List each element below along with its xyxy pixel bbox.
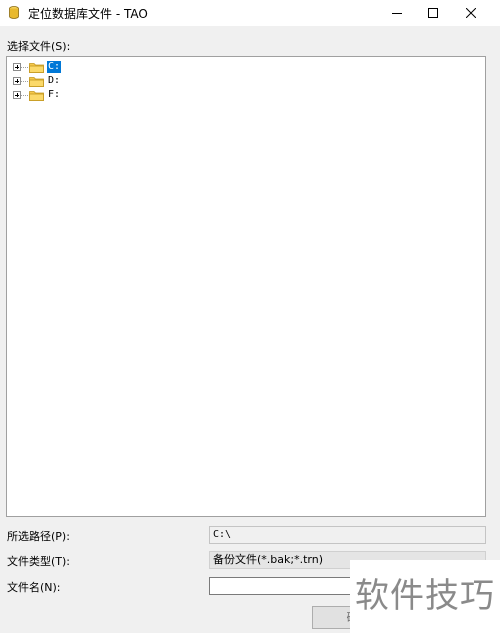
file-name-label: 文件名(N): bbox=[7, 581, 61, 594]
close-icon bbox=[466, 8, 476, 18]
title-bar: 定位数据库文件 - TAO bbox=[0, 0, 500, 26]
tree-item-c[interactable]: C: bbox=[13, 60, 62, 74]
folder-icon bbox=[29, 62, 44, 73]
minimize-icon bbox=[392, 13, 402, 14]
tree-connector bbox=[21, 66, 28, 68]
window-title: 定位数据库文件 - TAO bbox=[28, 7, 148, 21]
selected-path-label: 所选路径(P): bbox=[7, 530, 70, 543]
file-tree[interactable]: C: D: F: bbox=[6, 56, 486, 517]
maximize-button[interactable] bbox=[416, 0, 450, 26]
expand-icon[interactable] bbox=[13, 63, 21, 71]
folder-icon bbox=[29, 90, 44, 101]
tree-connector bbox=[21, 80, 28, 82]
expand-icon[interactable] bbox=[13, 77, 21, 85]
database-icon bbox=[9, 6, 19, 19]
tree-item-label[interactable]: F: bbox=[47, 89, 61, 101]
close-button[interactable] bbox=[454, 0, 488, 26]
select-file-label: 选择文件(S): bbox=[7, 40, 71, 53]
selected-path-field: C:\ bbox=[209, 526, 486, 544]
folder-icon bbox=[29, 76, 44, 87]
tree-item-label[interactable]: D: bbox=[47, 75, 61, 87]
locate-database-file-dialog: 定位数据库文件 - TAO 选择文件(S): C: D: F: 所选路径(P):… bbox=[0, 0, 500, 633]
tree-item-f[interactable]: F: bbox=[13, 88, 61, 102]
tree-item-d[interactable]: D: bbox=[13, 74, 61, 88]
file-type-label: 文件类型(T): bbox=[7, 555, 71, 568]
expand-icon[interactable] bbox=[13, 91, 21, 99]
watermark: 软件技巧 bbox=[350, 560, 500, 633]
maximize-icon bbox=[428, 8, 438, 18]
tree-item-label[interactable]: C: bbox=[47, 61, 62, 73]
tree-connector bbox=[21, 94, 28, 96]
minimize-button[interactable] bbox=[380, 0, 414, 26]
